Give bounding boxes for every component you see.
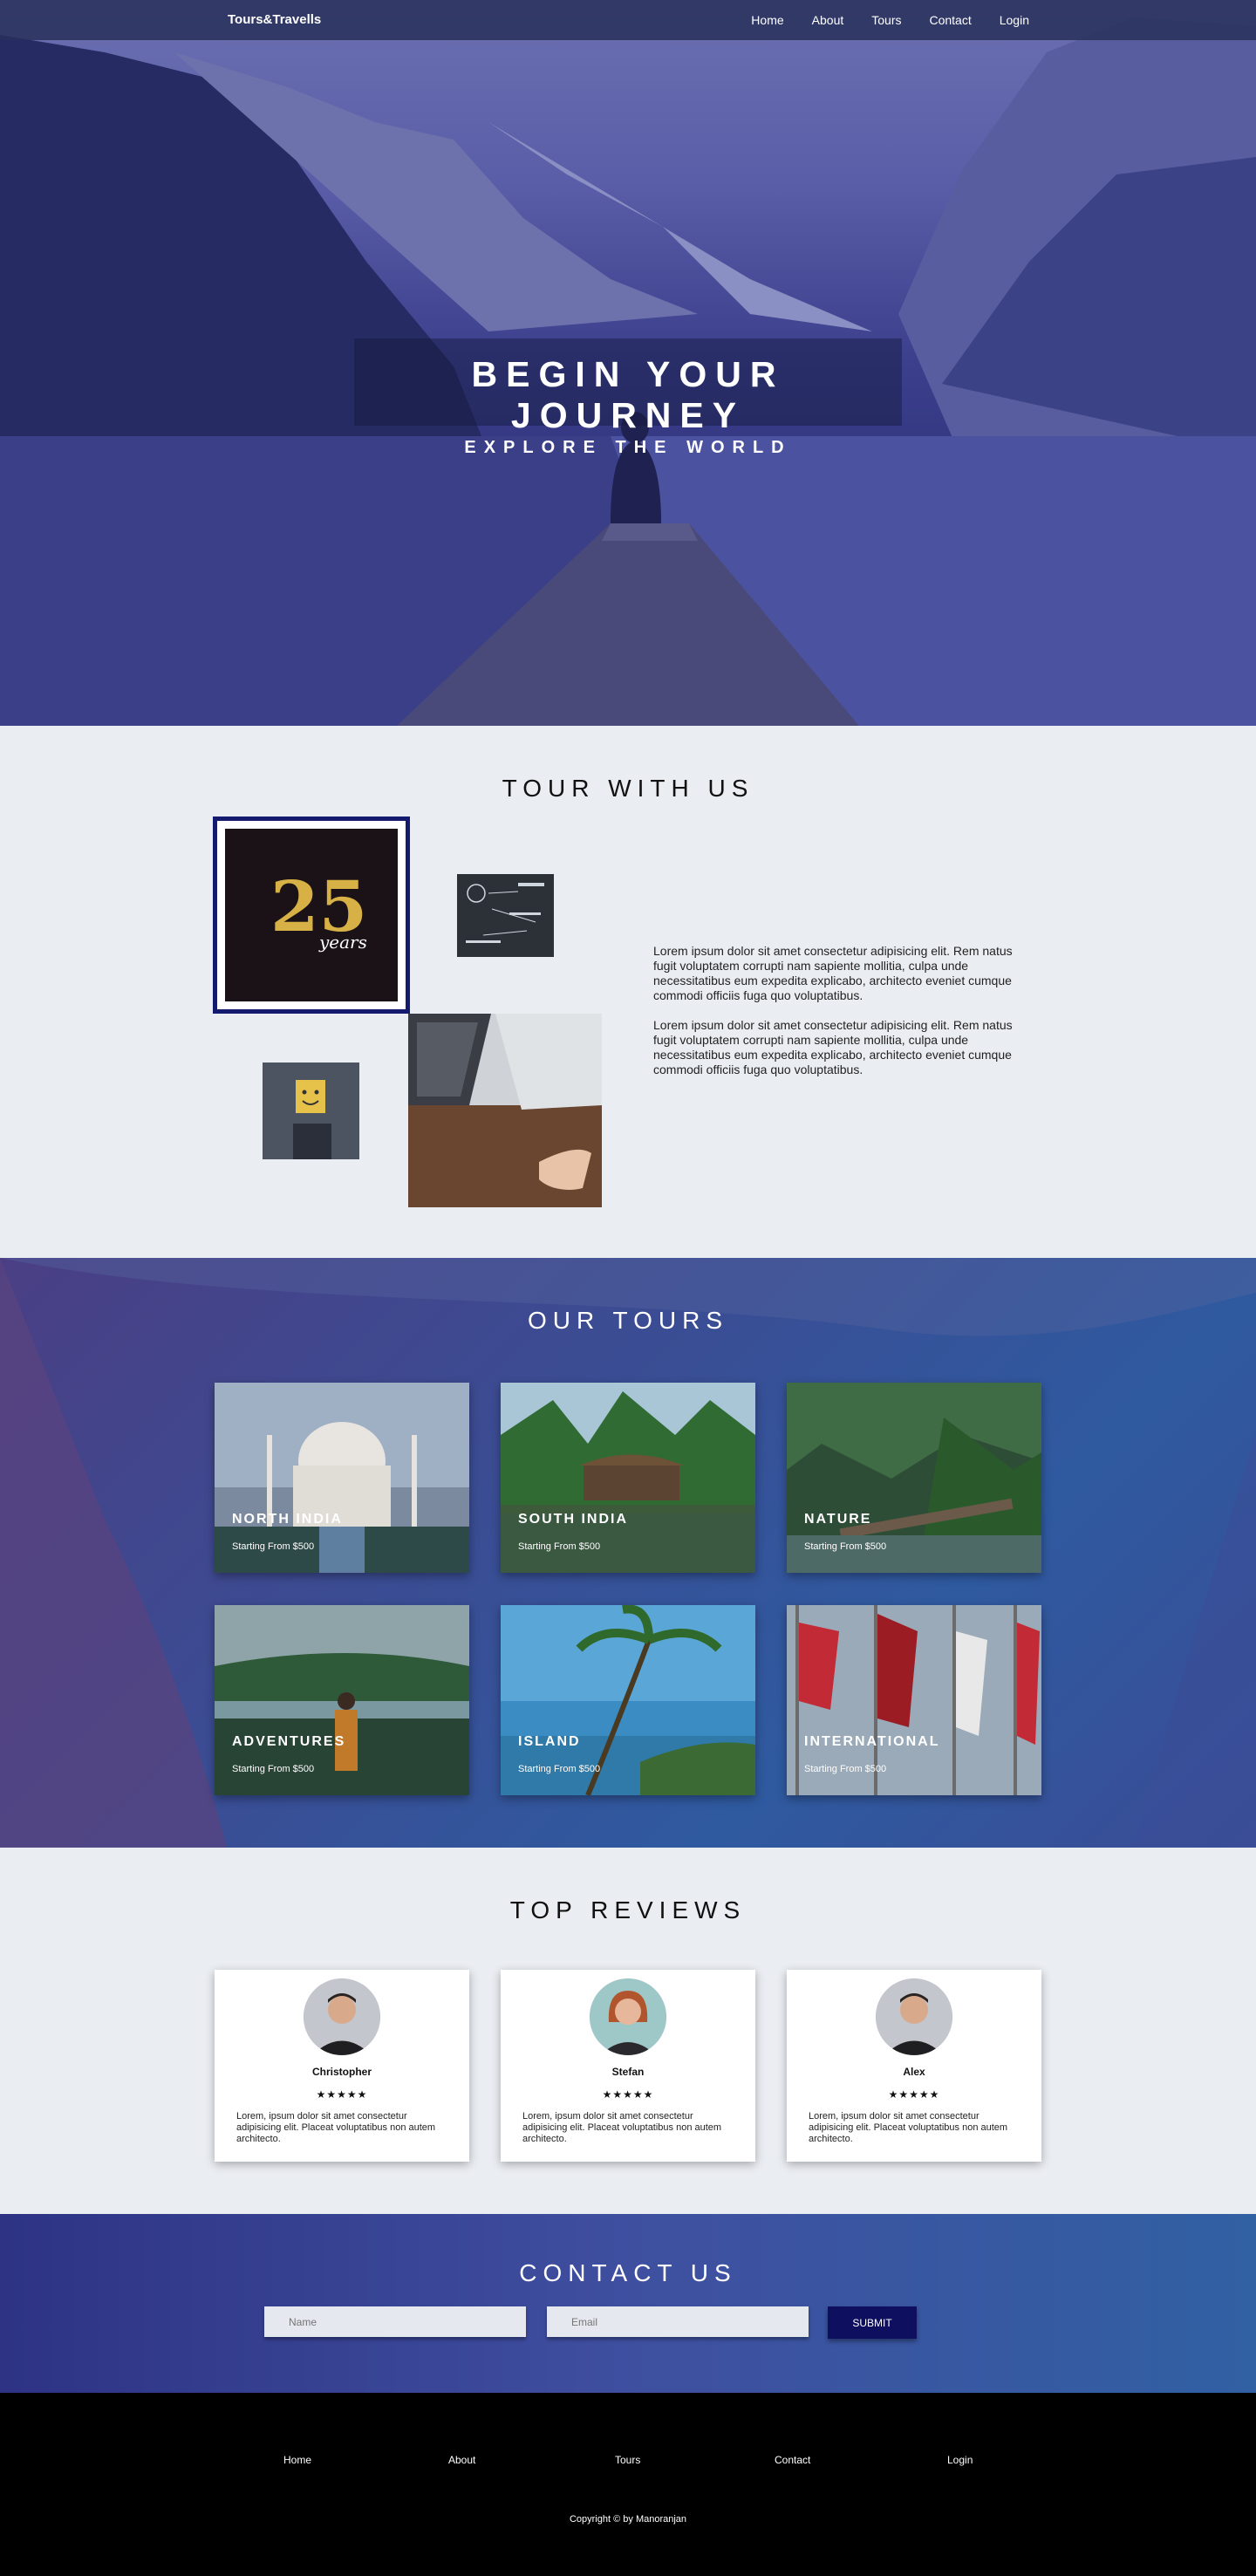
- reviewer-name: Stefan: [611, 2066, 645, 2078]
- quality-chalkboard-image: [457, 874, 554, 957]
- tour-card-price: Starting From $500: [518, 1541, 601, 1552]
- reviews-section: TOP REVIEWS Christopher ★★★★★ Lorem, ips…: [0, 1848, 1256, 2214]
- avatar: [304, 1978, 380, 2055]
- footer-login-link[interactable]: Login: [947, 2454, 973, 2466]
- review-card: Alex ★★★★★ Lorem, ipsum dolor sit amet c…: [787, 1970, 1041, 2162]
- footer-contact-link[interactable]: Contact: [775, 2454, 810, 2466]
- tour-card-title: INTERNATIONAL: [804, 1734, 940, 1749]
- contact-section: CONTACT US SUBMIT: [0, 2214, 1256, 2393]
- hero-title: BEGIN YOUR JOURNEY: [471, 354, 785, 435]
- tour-card-price: Starting From $500: [804, 1764, 887, 1774]
- nav-home-link[interactable]: Home: [751, 13, 783, 27]
- footer-home-link[interactable]: Home: [283, 2454, 311, 2466]
- tour-card-title: ADVENTURES: [232, 1734, 346, 1749]
- tour-card-price: Starting From $500: [518, 1764, 601, 1774]
- tour-card-island[interactable]: ISLAND Starting From $500: [501, 1605, 755, 1795]
- tour-card-title: NORTH INDIA: [232, 1512, 343, 1527]
- contact-title: CONTACT US: [519, 2259, 737, 2286]
- review-card: Stefan ★★★★★ Lorem, ipsum dolor sit amet…: [501, 1970, 755, 2162]
- avatar: [876, 1978, 952, 2055]
- tour-card-price: Starting From $500: [232, 1541, 315, 1552]
- hero-section: BEGIN YOUR JOURNEY EXPLORE THE WORLD: [0, 0, 1256, 726]
- nav-contact-link[interactable]: Contact: [929, 13, 971, 27]
- years-badge-image: 25 years: [213, 817, 410, 1014]
- tour-card-price: Starting From $500: [804, 1541, 887, 1552]
- reviewer-name: Christopher: [311, 2066, 372, 2078]
- hero-subtitle: EXPLORE THE WORLD: [464, 438, 792, 457]
- avatar: [590, 1978, 666, 2055]
- review-text: Lorem, ipsum dolor sit amet consectetur …: [522, 2111, 722, 2144]
- reviewer-name: Alex: [903, 2066, 925, 2078]
- laptop-map-image: [408, 1014, 602, 1207]
- reviews-title: TOP REVIEWS: [509, 1896, 747, 1923]
- footer-tours-link[interactable]: Tours: [615, 2454, 640, 2466]
- footer-about-link[interactable]: About: [448, 2454, 475, 2466]
- about-paragraph: Lorem ipsum dolor sit amet consectetur a…: [653, 1018, 1013, 1076]
- copyright-text: Copyright © by Manoranjan: [569, 2514, 687, 2525]
- review-card: Christopher ★★★★★ Lorem, ipsum dolor sit…: [215, 1970, 469, 2162]
- years-badge-word: years: [319, 932, 367, 953]
- about-title: TOUR WITH US: [502, 775, 754, 802]
- tour-card-title: ISLAND: [518, 1734, 581, 1749]
- name-input[interactable]: [264, 2306, 526, 2337]
- tour-card-adventures[interactable]: ADVENTURES Starting From $500: [215, 1605, 469, 1795]
- email-input[interactable]: [547, 2306, 809, 2337]
- about-paragraph: Lorem ipsum dolor sit amet consectetur a…: [653, 944, 1013, 1002]
- review-text: Lorem, ipsum dolor sit amet consectetur …: [809, 2111, 1008, 2144]
- top-navbar: Tours&Travells Home About Tours Contact …: [0, 0, 1256, 40]
- nav-tours-link[interactable]: Tours: [871, 13, 901, 27]
- brand-logo[interactable]: Tours&Travells: [228, 12, 321, 27]
- tour-card-title: NATURE: [804, 1512, 872, 1527]
- tours-section: OUR TOURS NORTH INDIA Starting From $500…: [0, 1258, 1256, 1848]
- nav-about-link[interactable]: About: [812, 13, 844, 27]
- tour-card-international[interactable]: INTERNATIONAL Starting From $500: [787, 1605, 1041, 1795]
- submit-button[interactable]: SUBMIT: [828, 2306, 917, 2339]
- about-section: TOUR WITH US 25 years Lorem ipsum dolor …: [0, 726, 1256, 1258]
- review-text: Lorem, ipsum dolor sit amet consectetur …: [236, 2111, 436, 2144]
- tour-card-price: Starting From $500: [232, 1764, 315, 1774]
- tour-card-nature[interactable]: NATURE Starting From $500: [787, 1383, 1041, 1573]
- about-description: Lorem ipsum dolor sit amet consectetur a…: [653, 944, 1020, 1092]
- tour-card-south-india[interactable]: SOUTH INDIA Starting From $500: [501, 1383, 755, 1573]
- rating-stars: ★★★★★: [888, 2088, 940, 2101]
- nav-links: Home About Tours Contact Login: [723, 13, 1029, 27]
- tours-title: OUR TOURS: [528, 1307, 728, 1334]
- rating-stars: ★★★★★: [316, 2088, 368, 2101]
- rating-stars: ★★★★★: [602, 2088, 654, 2101]
- smiley-face-person-image: [263, 1063, 359, 1159]
- tour-card-title: SOUTH INDIA: [518, 1512, 628, 1527]
- nav-login-link[interactable]: Login: [1000, 13, 1029, 27]
- tour-card-north-india[interactable]: NORTH INDIA Starting From $500: [215, 1383, 469, 1573]
- footer: Home About Tours Contact Login Copyright…: [0, 2393, 1256, 2576]
- hero-banner: BEGIN YOUR JOURNEY EXPLORE THE WORLD: [354, 338, 902, 457]
